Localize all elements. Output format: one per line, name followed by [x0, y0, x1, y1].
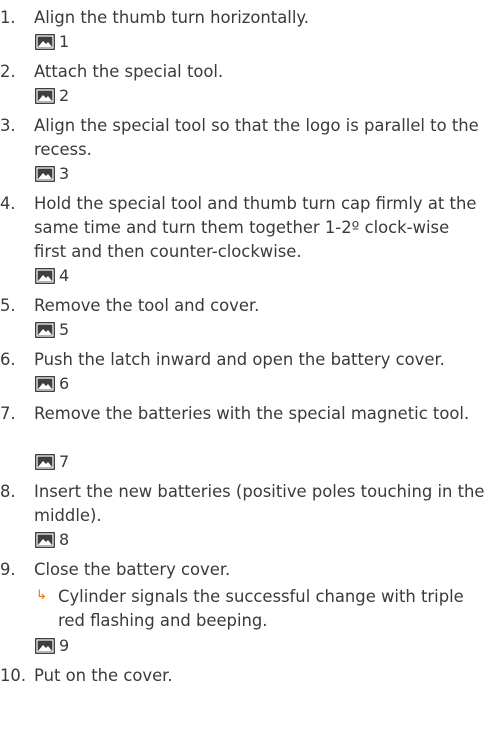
- image-icon: [35, 637, 55, 654]
- step-text: Insert the new batteries (positive poles…: [34, 482, 485, 525]
- figure-reference: 2: [35, 87, 69, 104]
- figure-reference: 8: [35, 531, 69, 548]
- step-text: Attach the special tool.: [34, 62, 224, 81]
- step-number: 3.: [0, 116, 16, 135]
- image-icon: [35, 87, 55, 104]
- step-text: Align the thumb turn horizontally.: [34, 8, 309, 27]
- step-text: Remove the batteries with the special ma…: [34, 404, 470, 423]
- step-number: 9.: [0, 560, 16, 579]
- image-icon: [35, 375, 55, 392]
- figure-number: 3: [59, 164, 70, 183]
- step-number: 5.: [0, 296, 16, 315]
- step-text: Push the latch inward and open the batte…: [34, 350, 445, 369]
- figure-reference: 7: [35, 453, 69, 470]
- step-number: 4.: [0, 194, 16, 213]
- figure-reference: 1: [35, 33, 69, 50]
- figure-reference: 5: [35, 321, 69, 338]
- step-text: Put on the cover.: [34, 666, 173, 685]
- step-number: 7.: [0, 404, 16, 423]
- figure-number: 9: [59, 636, 70, 655]
- image-icon: [35, 33, 55, 50]
- figure-number: 6: [59, 374, 70, 393]
- image-icon: [35, 321, 55, 338]
- figure-number: 5: [59, 320, 70, 339]
- image-icon: [35, 453, 55, 470]
- step-text: Align the special tool so that the logo …: [34, 116, 479, 159]
- figure-number: 4: [59, 266, 70, 285]
- figure-reference: 6: [35, 375, 69, 392]
- image-icon: [35, 267, 55, 284]
- step-number: 1.: [0, 8, 16, 27]
- figure-reference: 3: [35, 165, 69, 182]
- figure-number: 2: [59, 86, 70, 105]
- instruction-list: 1. Align the thumb turn horizontally. 1 …: [0, 0, 487, 738]
- figure-number: 8: [59, 530, 70, 549]
- result-text: Cylinder signals the successful change w…: [58, 587, 464, 630]
- figure-number: 7: [59, 452, 70, 471]
- step-number: 6.: [0, 350, 16, 369]
- figure-number: 1: [59, 32, 70, 51]
- step-text: Hold the special tool and thumb turn cap…: [34, 194, 477, 261]
- step-number: 8.: [0, 482, 16, 501]
- figure-reference: 9: [35, 637, 69, 654]
- step-number: 10.: [0, 666, 27, 685]
- result-arrow-icon: ↳: [36, 588, 47, 603]
- figure-reference: 4: [35, 267, 69, 284]
- step-number: 2.: [0, 62, 16, 81]
- image-icon: [35, 531, 55, 548]
- image-icon: [35, 165, 55, 182]
- step-text: Close the battery cover.: [34, 560, 231, 579]
- step-text: Remove the tool and cover.: [34, 296, 260, 315]
